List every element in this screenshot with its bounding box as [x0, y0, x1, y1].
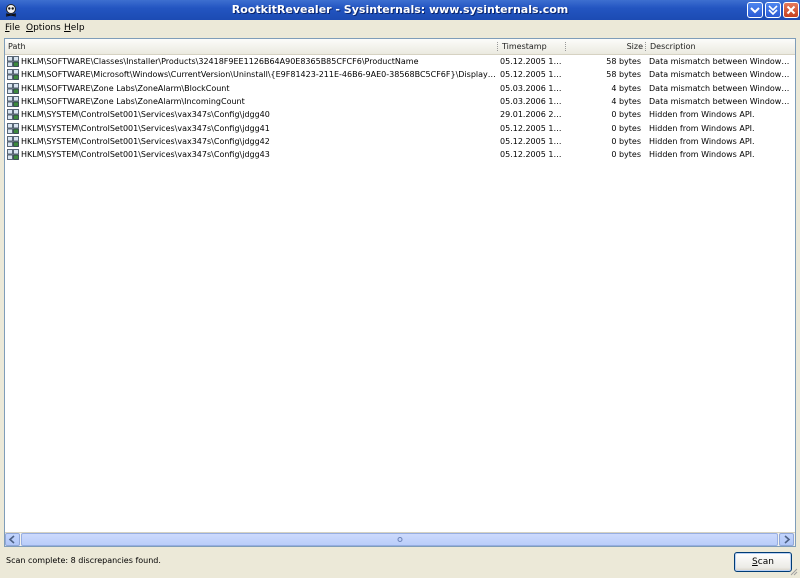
- close-icon: [786, 5, 796, 15]
- column-header-description[interactable]: Description: [647, 39, 795, 54]
- cell-timestamp: 05.12.2005 15...: [500, 136, 566, 146]
- table-row[interactable]: HKLM\SOFTWARE\Microsoft\Windows\CurrentV…: [5, 68, 795, 81]
- cell-path: HKLM\SYSTEM\ControlSet001\Services\vax34…: [21, 110, 270, 120]
- cell-description: Hidden from Windows API.: [649, 150, 755, 160]
- registry-key-icon: [7, 149, 19, 160]
- menu-help[interactable]: Help: [64, 23, 85, 33]
- table-row[interactable]: HKLM\SOFTWARE\Zone Labs\ZoneAlarm\BlockC…: [5, 82, 795, 95]
- registry-key-icon: [7, 95, 19, 107]
- table-row[interactable]: HKLM\SYSTEM\ControlSet001\Services\vax34…: [5, 108, 795, 121]
- cell-size: 58 bytes: [606, 57, 641, 66]
- cell-timestamp: 05.12.2005 14...: [500, 57, 566, 66]
- cell-path: HKLM\SOFTWARE\Zone Labs\ZoneAlarm\BlockC…: [21, 83, 230, 93]
- list-header: Path Timestamp Size Description: [5, 39, 795, 55]
- arrow-right-icon: [784, 535, 791, 544]
- cell-path: HKLM\SOFTWARE\Microsoft\Windows\CurrentV…: [21, 70, 498, 80]
- column-header-path[interactable]: Path: [5, 39, 499, 54]
- minimize-button[interactable]: [747, 2, 763, 18]
- cell-size: 4 bytes: [611, 83, 641, 93]
- horizontal-scrollbar[interactable]: [5, 532, 795, 546]
- registry-key-icon: [7, 69, 19, 81]
- cell-timestamp: 29.01.2006 22...: [500, 110, 566, 120]
- cell-path: HKLM\SYSTEM\ControlSet001\Services\vax34…: [21, 150, 270, 160]
- cell-path: HKLM\SOFTWARE\Zone Labs\ZoneAlarm\Incomi…: [21, 96, 245, 106]
- close-button[interactable]: [783, 2, 799, 18]
- registry-key-icon: [7, 82, 19, 94]
- cell-description: Data mismatch between Windows A...: [649, 96, 793, 106]
- cell-description: Hidden from Windows API.: [649, 110, 755, 120]
- cell-path: HKLM\SYSTEM\ControlSet001\Services\vax34…: [21, 123, 270, 133]
- table-row[interactable]: HKLM\SOFTWARE\Classes\Installer\Products…: [5, 55, 795, 68]
- registry-key-icon: [7, 109, 19, 121]
- menu-bar: File Options Help: [0, 20, 800, 36]
- scan-button[interactable]: Scan: [734, 552, 792, 572]
- scroll-thumb[interactable]: [21, 533, 778, 546]
- column-header-size[interactable]: Size: [567, 39, 647, 54]
- cell-description: Hidden from Windows API.: [649, 123, 755, 133]
- cell-timestamp: 05.03.2006 16...: [500, 96, 566, 106]
- title-bar[interactable]: RootkitRevealer - Sysinternals: www.sysi…: [0, 0, 800, 20]
- table-row[interactable]: HKLM\SOFTWARE\Zone Labs\ZoneAlarm\Incomi…: [5, 95, 795, 108]
- cell-description: Data mismatch between Windows A...: [649, 83, 793, 93]
- results-list[interactable]: Path Timestamp Size Description HKLM\SOF…: [4, 38, 796, 547]
- minimize-icon: [750, 7, 760, 14]
- table-row[interactable]: HKLM\SYSTEM\ControlSet001\Services\vax34…: [5, 148, 795, 161]
- cell-size: 0 bytes: [611, 150, 641, 160]
- registry-key-icon: [7, 135, 19, 147]
- window-title: RootkitRevealer - Sysinternals: www.sysi…: [231, 3, 569, 16]
- cell-timestamp: 05.12.2005 15...: [500, 123, 566, 133]
- cell-description: Data mismatch between Windows A...: [649, 57, 793, 66]
- status-text: Scan complete: 8 discrepancies found.: [6, 556, 161, 565]
- grip-icon: [397, 537, 403, 542]
- cell-description: Data mismatch between Windows A...: [649, 70, 793, 80]
- cell-size: 4 bytes: [611, 96, 641, 106]
- column-header-timestamp[interactable]: Timestamp: [499, 39, 567, 54]
- menu-options[interactable]: Options: [26, 23, 61, 33]
- status-bar: Scan complete: 8 discrepancies found. Sc…: [0, 550, 800, 578]
- cell-size: 0 bytes: [611, 123, 641, 133]
- cell-timestamp: 05.12.2005 15...: [500, 150, 566, 160]
- cell-size: 0 bytes: [611, 136, 641, 146]
- cell-size: 0 bytes: [611, 110, 641, 120]
- menu-file[interactable]: File: [5, 23, 20, 33]
- registry-key-icon: [7, 122, 19, 134]
- cell-timestamp: 05.12.2005 14...: [500, 70, 566, 80]
- cell-description: Hidden from Windows API.: [649, 136, 755, 146]
- scroll-left-button[interactable]: [5, 533, 20, 546]
- rollup-button[interactable]: [765, 2, 781, 18]
- table-row[interactable]: HKLM\SYSTEM\ControlSet001\Services\vax34…: [5, 135, 795, 148]
- resize-grip-icon[interactable]: [788, 566, 798, 576]
- cell-size: 58 bytes: [606, 70, 641, 80]
- arrow-left-icon: [8, 535, 15, 544]
- cell-timestamp: 05.03.2006 16...: [500, 83, 566, 93]
- scroll-right-button[interactable]: [779, 533, 794, 546]
- table-row[interactable]: HKLM\SYSTEM\ControlSet001\Services\vax34…: [5, 122, 795, 135]
- cell-path: HKLM\SYSTEM\ControlSet001\Services\vax34…: [21, 136, 270, 146]
- double-chevron-down-icon: [768, 5, 778, 15]
- registry-key-icon: [7, 56, 19, 67]
- cell-path: HKLM\SOFTWARE\Classes\Installer\Products…: [21, 57, 419, 66]
